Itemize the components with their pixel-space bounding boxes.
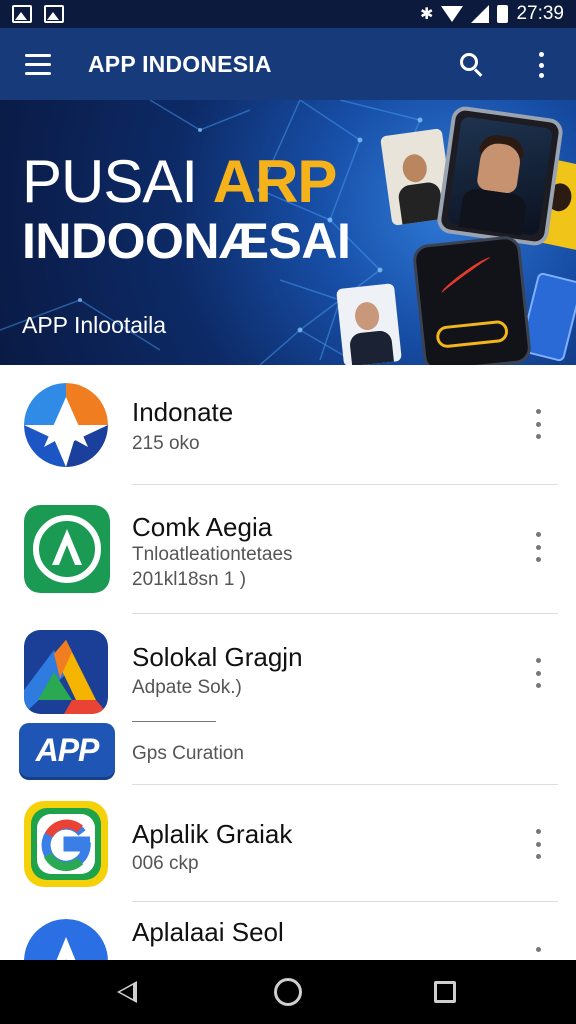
app-title: Solokal Gragjn	[132, 642, 303, 672]
more-vert-icon[interactable]	[532, 658, 544, 688]
divider	[132, 484, 558, 485]
home-icon[interactable]	[274, 978, 302, 1006]
search-icon[interactable]	[458, 51, 484, 77]
banner-heading: PUSAI ARP	[22, 148, 337, 215]
app-logo-icon	[24, 919, 108, 960]
app-meta: 006 ckp	[132, 853, 199, 874]
more-vert-icon[interactable]	[532, 947, 544, 960]
signal-icon	[471, 5, 490, 23]
app-title: Comk Aegia	[132, 512, 273, 542]
status-time: 27:39	[516, 3, 564, 24]
menu-icon[interactable]	[25, 53, 51, 75]
divider	[132, 613, 558, 614]
banner-heading-accent: ARP	[212, 148, 338, 215]
banner-heading-line2: INDOONÆSAI	[22, 213, 351, 269]
phone-mockup-image	[435, 104, 565, 248]
person-card-image	[336, 283, 402, 365]
app-logo-icon	[24, 505, 110, 593]
app-title: Aplalaai Seol	[132, 917, 284, 947]
wifi-icon	[441, 6, 464, 22]
app-meta: Adpate Sok.)	[132, 677, 242, 698]
app-logo-icon	[24, 383, 108, 467]
list-item[interactable]: Comk Aegia Tnloatleationtetaes 201kl18sn…	[0, 486, 576, 614]
app-bar: APP INDONESIA	[0, 28, 576, 100]
divider	[132, 784, 558, 785]
gallery-icon	[44, 5, 64, 23]
more-vert-icon[interactable]	[536, 52, 546, 78]
more-vert-icon[interactable]	[532, 532, 544, 562]
app-meta: 201kl18sn 1 )	[132, 569, 247, 590]
app-meta: Tnloatleationtetaes	[132, 544, 293, 565]
status-bar: ✱ 27:39	[0, 0, 576, 28]
app-title: Aplalik Graiak	[132, 819, 293, 849]
app-logo-icon	[24, 801, 108, 887]
bluetooth-icon: ✱	[420, 6, 434, 23]
hero-banner[interactable]: PUSAI ARP INDOONÆSAI APP Inlootaila	[0, 100, 576, 365]
app-meta: 215 oko	[132, 433, 200, 454]
app-badge[interactable]: APP	[19, 723, 115, 777]
more-vert-icon[interactable]	[532, 409, 544, 439]
list-item[interactable]: Solokal Gragjn Adpate Sok.) APP Gps Cura…	[0, 615, 576, 785]
back-icon[interactable]	[117, 981, 137, 1003]
app-caption: Gps Curation	[132, 743, 244, 764]
app-title: Indonate	[132, 397, 234, 427]
list-item[interactable]: Aplalik Graiak 006 ckp	[0, 786, 576, 902]
divider	[132, 901, 558, 902]
gallery-icon	[12, 5, 32, 23]
list-item[interactable]: Aplalaai Seol	[0, 903, 576, 960]
recents-icon[interactable]	[434, 981, 456, 1003]
navigation-bar	[0, 960, 576, 1024]
app-logo-icon	[24, 630, 108, 714]
app-title: APP INDONESIA	[88, 50, 272, 77]
battery-icon	[497, 5, 509, 23]
divider	[132, 721, 216, 722]
phone-mockup-image	[411, 234, 533, 365]
more-vert-icon[interactable]	[532, 829, 544, 859]
banner-subtitle: APP Inlootaila	[22, 312, 167, 338]
list-item[interactable]: Indonate 215 oko	[0, 365, 576, 485]
